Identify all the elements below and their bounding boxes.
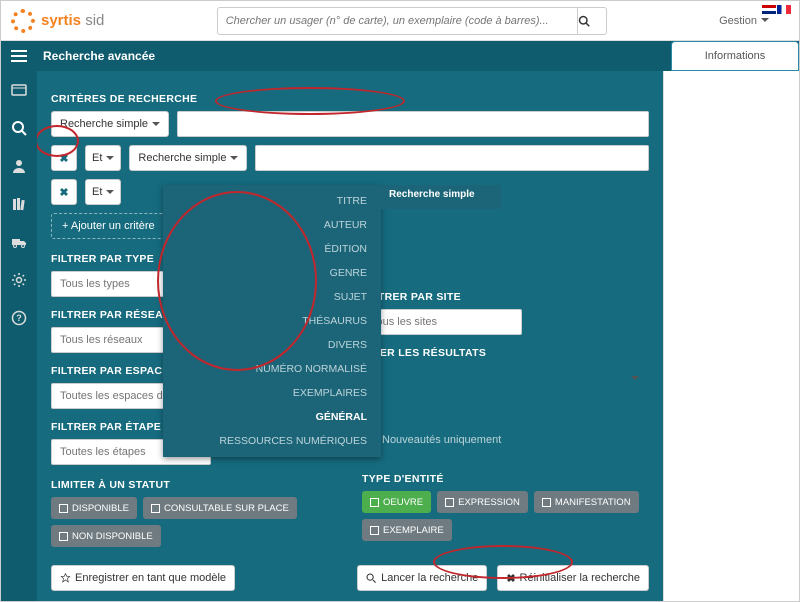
filter-site-heading: FILTRER PAR SITE [362,291,649,303]
sidebar-search-icon[interactable] [10,119,28,137]
cat-edition[interactable]: ÉDITION [163,237,381,261]
remove-criterion-2[interactable]: ✖ [51,145,77,171]
cat-auteur[interactable]: AUTEUR [163,213,381,237]
sidebar-truck-icon[interactable] [10,233,28,251]
reset-search-button[interactable]: ✖Réinitialiser la recherche [497,565,649,591]
lang-uk-flag[interactable] [762,5,776,14]
sidebar: ? [1,71,37,601]
svg-text:?: ? [16,313,22,323]
cat-exemplaires[interactable]: EXEMPLAIRES [163,381,381,405]
cat-sujet[interactable]: SUJET [163,285,381,309]
remove-criterion-3[interactable]: ✖ [51,179,77,205]
sidebar-gear-icon[interactable] [10,271,28,289]
logo[interactable]: syrtis sid [11,9,104,33]
status-chips: DISPONIBLE CONSULTABLE SUR PLACE NON DIS… [51,497,338,547]
save-template-button[interactable]: Enregistrer en tant que modèle [51,565,235,591]
sidebar-card-icon[interactable] [10,81,28,99]
operator-dropdown-3[interactable]: Et [85,179,121,205]
filter-site-input[interactable] [362,309,522,335]
criterion-value-2[interactable] [255,145,649,171]
criterion-type-dropdown-1[interactable]: Recherche simple [51,111,169,137]
operator-dropdown-2[interactable]: Et [85,145,121,171]
lang-fr-flag[interactable] [777,5,791,14]
sort-heading: TRIER LES RÉSULTATS [362,347,649,359]
entity-heading: TYPE D'ENTITÉ [362,473,649,485]
cat-general[interactable]: GÉNÉRAL [163,405,381,429]
launch-search-button[interactable]: Lancer la recherche [357,565,487,591]
status-consultable[interactable]: CONSULTABLE SUR PLACE [143,497,297,519]
sidebar-books-icon[interactable] [10,195,28,213]
popover-subitem[interactable]: Recherche simple [381,185,501,209]
topbar: syrtis sid Gestion [1,1,799,41]
entity-exemplaire[interactable]: EXEMPLAIRE [362,519,452,541]
criterion-value-1[interactable] [177,111,649,137]
cat-thesaurus[interactable]: THÉSAURUS [163,309,381,333]
page-title: Recherche avancée [37,49,155,63]
informations-tab[interactable]: Informations [671,41,799,71]
entity-chips: OEUVRE EXPRESSION MANIFESTATION EXEMPLAI… [362,491,649,541]
status-nondispo[interactable]: NON DISPONIBLE [51,525,161,547]
gestion-menu[interactable]: Gestion [719,15,769,27]
add-criterion-button[interactable]: + Ajouter un critère [51,213,166,239]
cat-genre[interactable]: GENRE [163,261,381,285]
hamburger-icon[interactable] [1,41,37,71]
entity-oeuvre[interactable]: OEUVRE [362,491,431,513]
criterion-type-dropdown-2[interactable]: Recherche simple [129,145,247,171]
info-panel [663,71,799,601]
logo-icon [11,9,35,33]
nouveautes-checkbox[interactable]: Nouveautés uniquement [362,433,649,447]
status-heading: LIMITER À UN STATUT [51,479,338,491]
cat-titre[interactable]: TITRE [163,189,381,213]
search-form: CRITÈRES DE RECHERCHE Recherche simple ✖… [37,71,663,601]
criterion-category-popover: Recherche simple TITRE AUTEUR ÉDITION GE… [163,185,381,457]
cat-divers[interactable]: DIVERS [163,333,381,357]
global-search-button[interactable] [577,7,607,35]
sidebar-help-icon[interactable]: ? [10,309,28,327]
criteria-heading: CRITÈRES DE RECHERCHE [51,93,649,105]
sidebar-user-icon[interactable] [10,157,28,175]
entity-manifestation[interactable]: MANIFESTATION [534,491,639,513]
entity-expression[interactable]: EXPRESSION [437,491,528,513]
cat-numero[interactable]: NUMÉRO NORMALISÉ [163,357,381,381]
status-disponible[interactable]: DISPONIBLE [51,497,137,519]
cat-ressources[interactable]: RESSOURCES NUMÉRIQUES [163,429,381,453]
global-search-input[interactable] [217,7,577,35]
